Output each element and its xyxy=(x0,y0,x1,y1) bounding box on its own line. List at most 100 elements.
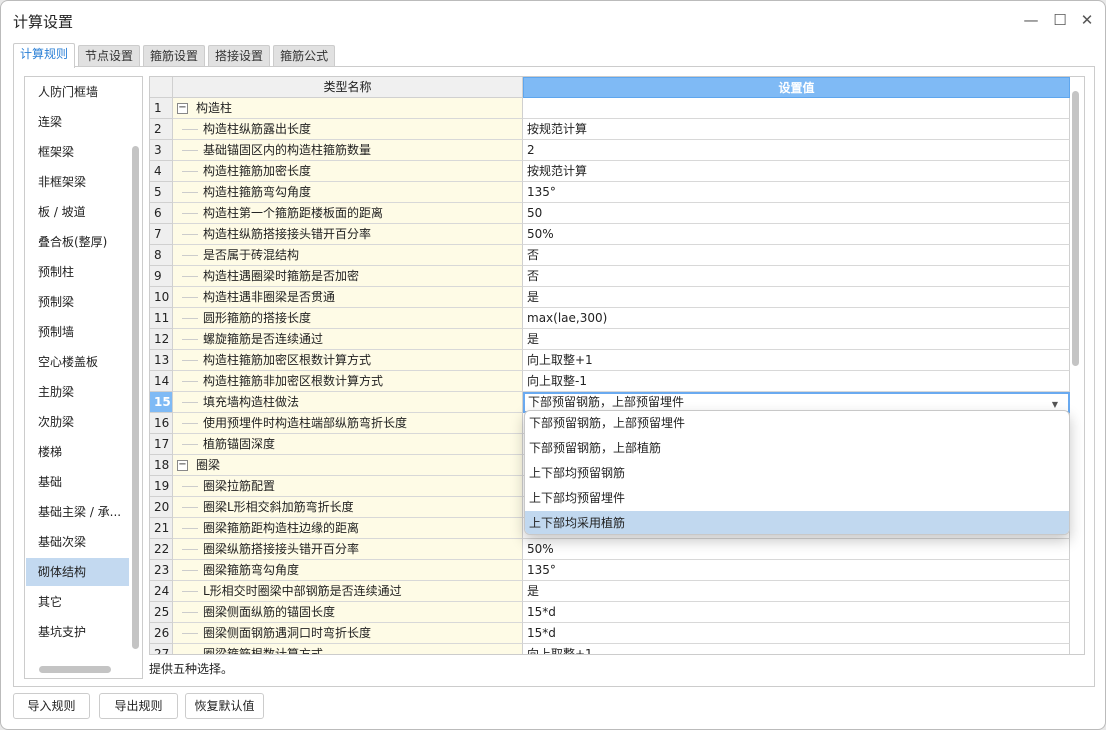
name-cell[interactable]: 构造柱纵筋搭接接头错开百分率 xyxy=(173,224,523,245)
table-row[interactable]: 13 构造柱箍筋加密区根数计算方式 向上取整+1 xyxy=(150,350,1070,371)
value-cell[interactable]: 向上取整+1 xyxy=(523,644,1070,654)
grid-vscrollbar[interactable] xyxy=(1072,91,1079,366)
sidebar-item[interactable]: 基础 xyxy=(26,468,129,496)
category-list-vscrollbar[interactable] xyxy=(132,146,139,649)
name-cell[interactable]: 植筋锚固深度 xyxy=(173,434,523,455)
table-row[interactable]: 2 构造柱纵筋露出长度 按规范计算 xyxy=(150,119,1070,140)
table-row[interactable]: 4 构造柱箍筋加密长度 按规范计算 xyxy=(150,161,1070,182)
name-cell[interactable]: − 圈梁 xyxy=(173,455,523,476)
name-cell[interactable]: 构造柱箍筋弯勾角度 xyxy=(173,182,523,203)
value-cell[interactable]: 否 xyxy=(523,266,1070,287)
name-column-header[interactable]: 类型名称 xyxy=(173,77,523,98)
sidebar-item[interactable]: 基础主梁 / 承... xyxy=(26,498,129,526)
sidebar-item[interactable]: 主肋梁 xyxy=(26,378,129,406)
value-cell[interactable]: 是 xyxy=(523,287,1070,308)
dropdown-option[interactable]: 上下部均预留钢筋 xyxy=(525,461,1069,486)
table-row[interactable]: 7 构造柱纵筋搭接接头错开百分率 50% xyxy=(150,224,1070,245)
name-cell[interactable]: 圈梁箍筋距构造柱边缘的距离 xyxy=(173,518,523,539)
sidebar-item[interactable]: 楼梯 xyxy=(26,438,129,466)
table-row[interactable]: 27 圈梁箍筋根数计算方式 向上取整+1 xyxy=(150,644,1070,654)
tab-4[interactable]: 搭接设置 xyxy=(208,45,271,67)
sidebar-item[interactable]: 其它 xyxy=(26,588,129,616)
sidebar-item[interactable]: 空心楼盖板 xyxy=(26,348,129,376)
name-cell[interactable]: 填充墙构造柱做法 xyxy=(173,392,523,413)
dropdown-option[interactable]: 下部预留钢筋，上部植筋 xyxy=(525,436,1069,461)
table-row[interactable]: 14 构造柱箍筋非加密区根数计算方式 向上取整-1 xyxy=(150,371,1070,392)
sidebar-item[interactable]: 预制墙 xyxy=(26,318,129,346)
name-cell[interactable]: − 构造柱 xyxy=(173,98,523,119)
value-cell[interactable]: 50% xyxy=(523,539,1070,560)
table-row[interactable]: 1− 构造柱 xyxy=(150,98,1070,119)
name-cell[interactable]: 构造柱箍筋非加密区根数计算方式 xyxy=(173,371,523,392)
maximize-icon[interactable]: ☐ xyxy=(1049,9,1071,31)
name-cell[interactable]: 圈梁侧面钢筋遇洞口时弯折长度 xyxy=(173,623,523,644)
sidebar-item[interactable]: 基坑支护 xyxy=(26,618,129,646)
sidebar-item[interactable]: 连梁 xyxy=(26,108,129,136)
name-cell[interactable]: 基础锚固区内的构造柱箍筋数量 xyxy=(173,140,523,161)
name-cell[interactable]: 圈梁侧面纵筋的锚固长度 xyxy=(173,602,523,623)
name-cell[interactable]: 圈梁箍筋根数计算方式 xyxy=(173,644,523,654)
name-cell[interactable]: 螺旋箍筋是否连续通过 xyxy=(173,329,523,350)
table-row[interactable]: 22 圈梁纵筋搭接接头错开百分率 50% xyxy=(150,539,1070,560)
sidebar-item[interactable]: 人防门框墙 xyxy=(26,78,129,106)
tab-1[interactable]: 计算规则 xyxy=(13,43,76,68)
value-cell[interactable]: 135° xyxy=(523,182,1070,203)
table-row[interactable]: 5 构造柱箍筋弯勾角度 135° xyxy=(150,182,1070,203)
name-cell[interactable]: 构造柱遇非圈梁是否贯通 xyxy=(173,287,523,308)
value-cell[interactable]: 是 xyxy=(523,581,1070,602)
name-cell[interactable]: 圆形箍筋的搭接长度 xyxy=(173,308,523,329)
export-rules-button[interactable]: 导出规则 xyxy=(99,693,178,719)
collapse-icon[interactable]: − xyxy=(177,103,188,114)
sidebar-item[interactable]: 预制柱 xyxy=(26,258,129,286)
table-row[interactable]: 3 基础锚固区内的构造柱箍筋数量 2 xyxy=(150,140,1070,161)
dropdown-option[interactable]: 上下部均预留埋件 xyxy=(525,486,1069,511)
table-row[interactable]: 24 L形相交时圈梁中部钢筋是否连续通过 是 xyxy=(150,581,1070,602)
name-cell[interactable]: 使用预埋件时构造柱端部纵筋弯折长度 xyxy=(173,413,523,434)
import-rules-button[interactable]: 导入规则 xyxy=(13,693,90,719)
collapse-icon[interactable]: − xyxy=(177,460,188,471)
table-row[interactable]: 6 构造柱第一个箍筋距楼板面的距离 50 xyxy=(150,203,1070,224)
value-cell[interactable]: 否 xyxy=(523,245,1070,266)
sidebar-item[interactable]: 非框架梁 xyxy=(26,168,129,196)
table-row[interactable]: 11 圆形箍筋的搭接长度 max(lae,300) xyxy=(150,308,1070,329)
close-icon[interactable]: ✕ xyxy=(1076,9,1098,31)
value-cell[interactable]: max(lae,300) xyxy=(523,308,1070,329)
name-cell[interactable]: 构造柱第一个箍筋距楼板面的距离 xyxy=(173,203,523,224)
name-cell[interactable]: 圈梁箍筋弯勾角度 xyxy=(173,560,523,581)
sidebar-item[interactable]: 预制梁 xyxy=(26,288,129,316)
value-cell[interactable]: 是 xyxy=(523,329,1070,350)
value-cell[interactable]: 向上取整-1 xyxy=(523,371,1070,392)
sidebar-item[interactable]: 框架梁 xyxy=(26,138,129,166)
sidebar-item[interactable]: 板 / 坡道 xyxy=(26,198,129,226)
value-cell[interactable]: 50 xyxy=(523,203,1070,224)
name-cell[interactable]: 圈梁拉筋配置 xyxy=(173,476,523,497)
name-cell[interactable]: L形相交时圈梁中部钢筋是否连续通过 xyxy=(173,581,523,602)
name-cell[interactable]: 圈梁纵筋搭接接头错开百分率 xyxy=(173,539,523,560)
table-row[interactable]: 10 构造柱遇非圈梁是否贯通 是 xyxy=(150,287,1070,308)
sidebar-item[interactable]: 次肋梁 xyxy=(26,408,129,436)
value-cell[interactable]: 15*d xyxy=(523,602,1070,623)
value-cell[interactable] xyxy=(523,98,1070,119)
name-cell[interactable]: 圈梁L形相交斜加筋弯折长度 xyxy=(173,497,523,518)
table-row[interactable]: 9 构造柱遇圈梁时箍筋是否加密 否 xyxy=(150,266,1070,287)
table-row[interactable]: 8 是否属于砖混结构 否 xyxy=(150,245,1070,266)
table-row[interactable]: 23 圈梁箍筋弯勾角度 135° xyxy=(150,560,1070,581)
sidebar-item[interactable]: 砌体结构 xyxy=(26,558,129,586)
table-row[interactable]: 26 圈梁侧面钢筋遇洞口时弯折长度 15*d xyxy=(150,623,1070,644)
value-cell[interactable]: 按规范计算 xyxy=(523,119,1070,140)
dropdown-option[interactable]: 下部预留钢筋，上部预留埋件 xyxy=(525,411,1069,436)
table-row[interactable]: 25 圈梁侧面纵筋的锚固长度 15*d xyxy=(150,602,1070,623)
category-list-hscrollbar[interactable] xyxy=(39,666,111,673)
value-cell[interactable]: 2 xyxy=(523,140,1070,161)
value-cell[interactable]: 15*d xyxy=(523,623,1070,644)
value-column-header[interactable]: 设置值 xyxy=(523,77,1070,98)
name-cell[interactable]: 是否属于砖混结构 xyxy=(173,245,523,266)
tab-3[interactable]: 箍筋设置 xyxy=(143,45,206,67)
value-cell[interactable]: 按规范计算 xyxy=(523,161,1070,182)
restore-defaults-button[interactable]: 恢复默认值 xyxy=(185,693,264,719)
tab-2[interactable]: 节点设置 xyxy=(78,45,141,67)
dropdown-option[interactable]: 上下部均采用植筋 xyxy=(525,511,1069,534)
value-cell[interactable]: 50% xyxy=(523,224,1070,245)
minimize-icon[interactable]: — xyxy=(1020,9,1042,31)
name-cell[interactable]: 构造柱箍筋加密长度 xyxy=(173,161,523,182)
